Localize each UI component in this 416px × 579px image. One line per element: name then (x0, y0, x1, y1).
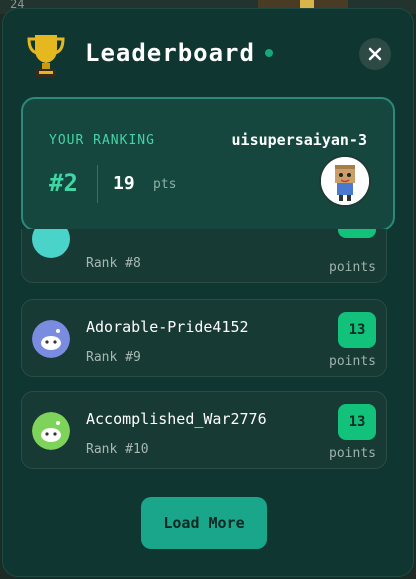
entry-username: Accomplished_War2776 (86, 410, 267, 428)
leaderboard-list: Rank #8 points Adorable-Pride4152 Rank #… (3, 229, 413, 499)
entry-rank: Rank #9 (86, 350, 141, 365)
list-item[interactable]: Adorable-Pride4152 Rank #9 13 points (21, 299, 387, 377)
score-badge: 13 (338, 404, 376, 440)
leaderboard-panel: Leaderboard YOUR RANKING uisupersaiyan-3… (2, 8, 414, 577)
avatar (319, 155, 371, 207)
entry-rank: Rank #8 (86, 256, 141, 271)
your-ranking-card: YOUR RANKING uisupersaiyan-3 #2 19 pts (21, 97, 395, 231)
page-title: Leaderboard (85, 39, 255, 67)
entry-points-unit: points (329, 260, 376, 275)
entry-rank: Rank #10 (86, 442, 149, 457)
list-item[interactable]: Accomplished_War2776 Rank #10 13 points (21, 391, 387, 469)
avatar-box-head-icon (321, 157, 369, 205)
entry-points-unit: points (329, 354, 376, 369)
entry-username: Adorable-Pride4152 (86, 318, 249, 336)
your-ranking-label: YOUR RANKING (49, 133, 155, 148)
close-icon (368, 47, 382, 61)
avatar (32, 320, 70, 358)
close-button[interactable] (359, 38, 391, 70)
live-indicator (265, 49, 273, 57)
load-more-button[interactable]: Load More (141, 497, 267, 549)
score-badge: 13 (338, 312, 376, 348)
score-badge (338, 229, 376, 238)
leaderboard-header: Leaderboard (3, 9, 413, 99)
list-item[interactable]: Rank #8 points (21, 229, 387, 283)
avatar (32, 229, 70, 258)
your-username: uisupersaiyan-3 (231, 131, 367, 149)
your-points: 19 (113, 173, 135, 194)
trophy-icon (27, 35, 65, 77)
your-rank-number: #2 (49, 169, 78, 197)
avatar (32, 412, 70, 450)
your-points-unit: pts (153, 177, 177, 192)
entry-points-unit: points (329, 446, 376, 461)
rank-divider (97, 165, 98, 203)
